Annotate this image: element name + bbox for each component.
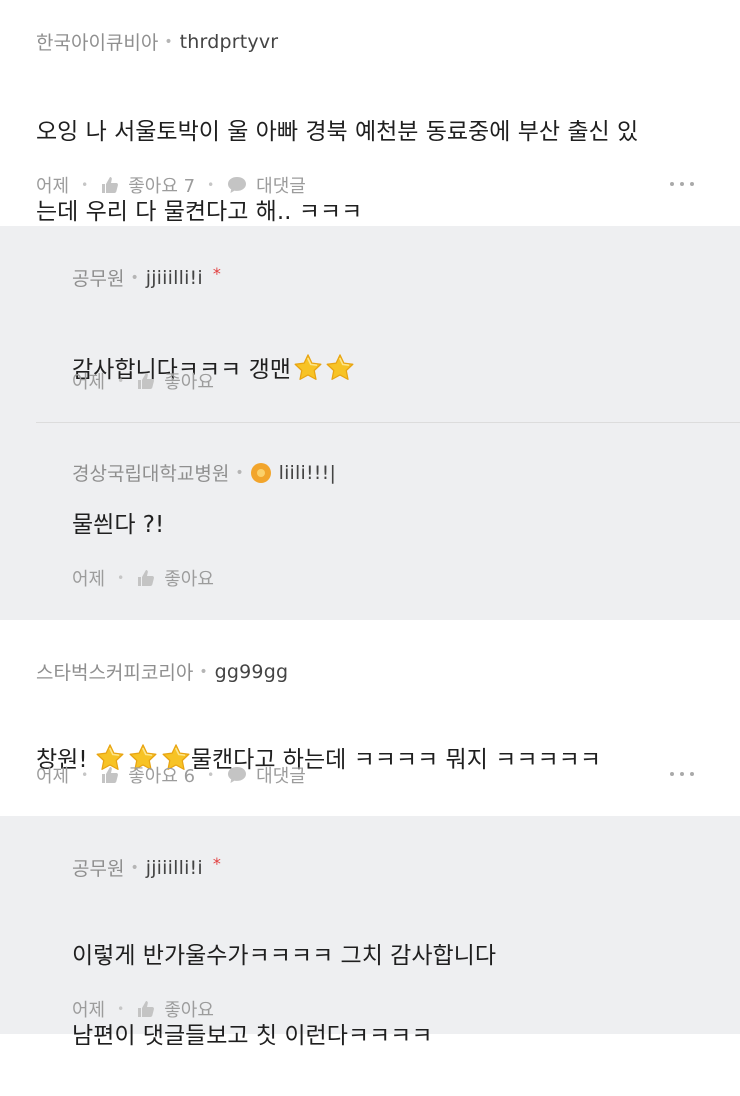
reply-text-line: 남편이 댓글들보고 칫 이런다ㅋㅋㅋㅋ (72, 1023, 433, 1049)
separator-dot: • (117, 571, 125, 585)
timestamp: 어제 (72, 1000, 106, 1021)
thumbs-up-icon (100, 765, 120, 785)
separator-dot: • (117, 374, 125, 388)
reply-button[interactable]: 대댓글 (226, 762, 306, 788)
reply-label: 대댓글 (256, 766, 306, 787)
separator-dot: • (199, 663, 208, 680)
comment-text-line: 오잉 나 서울토박이 울 아빠 경북 예천분 동료중에 부산 출신 있 (36, 119, 639, 145)
author-org: 공무원 (72, 858, 125, 880)
timestamp: 어제 (72, 569, 106, 590)
author-nickname[interactable]: liili!!!| (279, 462, 336, 484)
like-label: 좋아요 7 (128, 176, 196, 197)
author-mark-icon: * (212, 264, 221, 283)
author-org: 한국아이큐비아 (36, 32, 159, 54)
comment-author[interactable]: 한국아이큐비아 • thrdprtyvr (36, 28, 278, 55)
like-label: 좋아요 (164, 372, 214, 393)
thumbs-up-icon (136, 568, 156, 588)
reply-actions: 어제 • 좋아요 (72, 368, 214, 394)
star-emoji-icon (293, 353, 323, 383)
thumbs-up-icon (136, 371, 156, 391)
author-org: 스타벅스커피코리아 (36, 662, 194, 684)
reply: 공무원 • jjiiilli!i * 감사합니다ㅋㅋㅋ 갱맨 어제 • 좋아요 (0, 226, 740, 422)
like-label: 좋아요 (164, 569, 214, 590)
author-nickname[interactable]: thrdprtyvr (180, 31, 279, 53)
like-label: 좋아요 (164, 1000, 214, 1021)
author-org: 공무원 (72, 268, 125, 290)
separator-dot: • (235, 464, 244, 481)
separator-dot: • (81, 768, 89, 782)
star-emoji-icon (325, 353, 355, 383)
author-nickname[interactable]: jjiiilli!i (146, 267, 203, 289)
reply-author[interactable]: 공무원 • jjiiilli!i * (72, 854, 221, 881)
company-badge-icon (250, 462, 271, 483)
reply-actions: 어제 • 좋아요 (72, 996, 214, 1022)
timestamp: 어제 (72, 372, 106, 393)
timestamp: 어제 (36, 176, 70, 197)
reply-text-line: 이렇게 반가울수가ㅋㅋㅋㅋ 그치 감사합니다 (72, 943, 496, 969)
more-dots-icon[interactable] (664, 182, 694, 186)
speech-bubble-icon (226, 175, 248, 195)
like-button[interactable]: 좋아요 (136, 565, 214, 591)
speech-bubble-icon (226, 765, 248, 785)
reply-author[interactable]: 경상국립대학교병원 • liili!!!| (72, 459, 336, 486)
comment-actions: 어제 • 좋아요 7 • 대댓글 (36, 172, 306, 198)
reply: 경상국립대학교병원 • liili!!!| 물씐다 ?! 어제 • 좋아요 (0, 423, 740, 619)
author-org: 경상국립대학교병원 (72, 463, 230, 485)
separator-dot: • (164, 33, 173, 50)
thumbs-up-icon (100, 175, 120, 195)
comment: 스타벅스커피코리아 • gg99gg 창원! 물캔다고 하는데 ㅋㅋㅋㅋ 뭐지 … (0, 620, 740, 816)
separator-dot: • (207, 178, 215, 192)
comment: 한국아이큐비아 • thrdprtyvr 오잉 나 서울토박이 울 아빠 경북 … (0, 0, 740, 226)
separator-dot: • (130, 859, 139, 876)
reply-actions: 어제 • 좋아요 (72, 565, 214, 591)
reply-author[interactable]: 공무원 • jjiiilli!i * (72, 264, 221, 291)
like-button[interactable]: 좋아요 6 (100, 762, 195, 788)
reply-label: 대댓글 (256, 176, 306, 197)
reply-thread: 공무원 • jjiiilli!i * 이렇게 반가울수가ㅋㅋㅋㅋ 그치 감사합니… (0, 816, 740, 1049)
author-nickname[interactable]: jjiiilli!i (146, 857, 203, 879)
author-mark-icon: * (212, 854, 221, 873)
more-dots-icon[interactable] (664, 772, 694, 776)
like-label: 좋아요 6 (128, 766, 196, 787)
like-button[interactable]: 좋아요 7 (100, 172, 195, 198)
reply-button[interactable]: 대댓글 (226, 172, 306, 198)
reply-thread: 공무원 • jjiiilli!i * 감사합니다ㅋㅋㅋ 갱맨 어제 • 좋아요 … (0, 226, 740, 620)
comment-author[interactable]: 스타벅스커피코리아 • gg99gg (36, 658, 288, 685)
comment-actions: 어제 • 좋아요 6 • 대댓글 (36, 762, 306, 788)
separator-dot: • (130, 269, 139, 286)
thumbs-up-icon (136, 999, 156, 1019)
separator-dot: • (117, 1002, 125, 1016)
like-button[interactable]: 좋아요 (136, 368, 214, 394)
author-nickname[interactable]: gg99gg (215, 661, 289, 683)
separator-dot: • (81, 178, 89, 192)
like-button[interactable]: 좋아요 (136, 996, 214, 1022)
reply-text: 물씐다 ?! (72, 512, 165, 538)
separator-dot: • (207, 768, 215, 782)
timestamp: 어제 (36, 766, 70, 787)
